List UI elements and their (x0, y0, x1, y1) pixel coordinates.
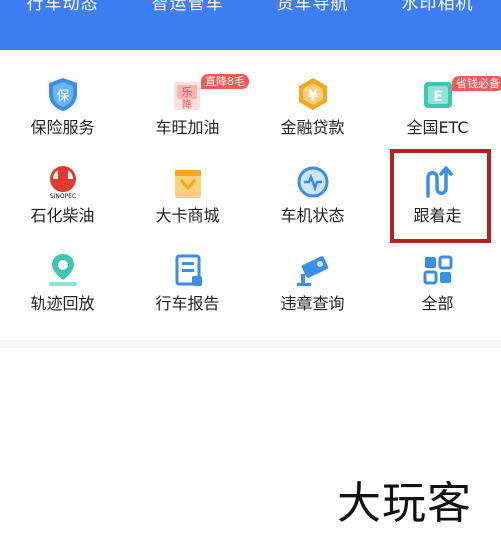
svg-text:乐: 乐 (181, 86, 192, 99)
section-divider (0, 340, 501, 348)
service-device-status[interactable]: 车机状态 (250, 140, 375, 228)
shield-insurance-icon: 保 (43, 74, 83, 114)
grid-all-icon (418, 250, 458, 290)
service-mall-label: 大卡商城 (155, 206, 220, 225)
watermark-text: 大玩客 (337, 478, 472, 529)
service-device-status-label: 车机状态 (280, 206, 345, 225)
svg-text:¥: ¥ (308, 88, 318, 104)
service-fuel-label: 车旺加油 (155, 118, 220, 137)
track-playback-icon (43, 250, 83, 290)
savings-badge: 省钱必备 (452, 76, 501, 91)
service-fuel[interactable]: 乐 降 直降8毛 车旺加油 (125, 52, 250, 140)
svg-text:降: 降 (182, 98, 192, 111)
service-all-label: 全部 (421, 294, 454, 313)
tab-driving-dynamics[interactable]: 行车动态 (0, 0, 125, 16)
service-etc[interactable]: E 省钱必备 全国ETC (375, 52, 501, 140)
tab-smart-fleet[interactable]: 智运管车 (125, 0, 250, 16)
service-diesel[interactable]: SINOPEC 石化柴油 (0, 140, 125, 228)
store-icon (168, 162, 208, 202)
service-driving-report-label: 行车报告 (155, 294, 220, 313)
camera-violation-icon (293, 250, 333, 290)
service-mall[interactable]: 大卡商城 (125, 140, 250, 228)
service-driving-report[interactable]: 行车报告 (125, 228, 250, 316)
service-violation-query[interactable]: 违章查询 (250, 228, 375, 316)
tab-watermark-camera[interactable]: 水印相机 (375, 0, 500, 16)
service-finance[interactable]: ¥ 金融贷款 (250, 52, 375, 140)
svg-text:保: 保 (56, 89, 69, 104)
sinopec-logo-icon: SINOPEC (43, 162, 83, 202)
highlight-box (390, 149, 491, 243)
service-insurance-label: 保险服务 (30, 118, 95, 137)
device-status-icon (293, 162, 333, 202)
tab-truck-navigation[interactable]: 货车导航 (250, 0, 375, 16)
yuan-coin-icon: ¥ (293, 74, 333, 114)
service-etc-label: 全国ETC (406, 118, 469, 137)
report-icon (168, 250, 208, 290)
svg-text:E: E (433, 89, 443, 105)
service-track-playback[interactable]: 轨迹回放 (0, 228, 125, 316)
top-tab-bar: 行车动态 智运管车 货车导航 水印相机 (0, 0, 501, 50)
discount-badge: 直降8毛 (201, 74, 249, 89)
service-diesel-label: 石化柴油 (30, 206, 95, 225)
service-violation-query-label: 违章查询 (280, 294, 345, 313)
service-track-playback-label: 轨迹回放 (30, 294, 95, 313)
service-finance-label: 金融贷款 (280, 118, 345, 137)
svg-text:SINOPEC: SINOPEC (49, 193, 75, 200)
service-insurance[interactable]: 保 保险服务 (0, 52, 125, 140)
